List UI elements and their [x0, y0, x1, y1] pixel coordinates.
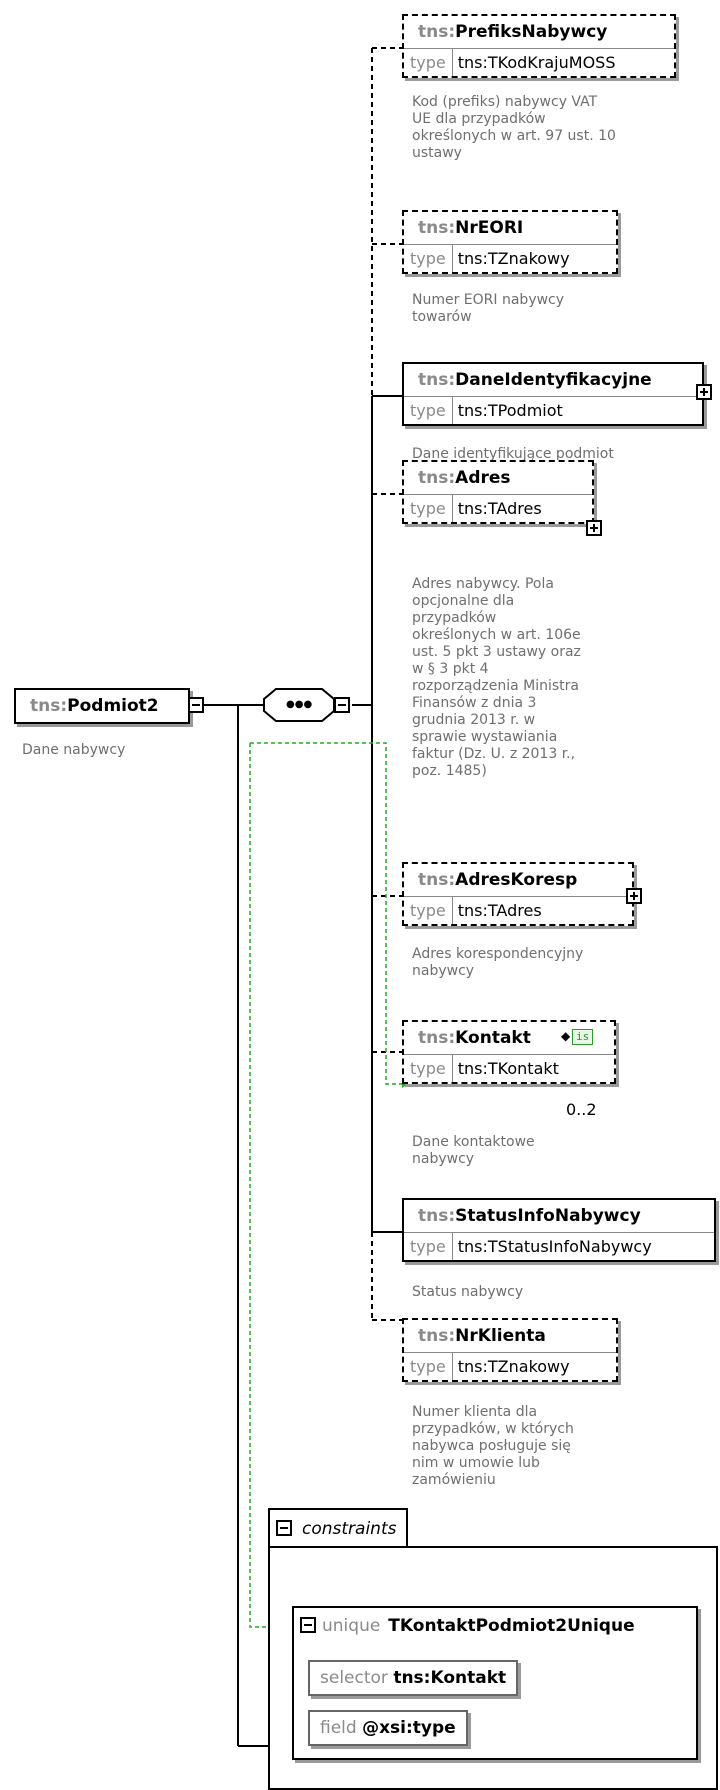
type-label: type: [404, 245, 453, 272]
doc-adres-koresp: Adres korespondencyjny nabywcy: [412, 946, 584, 979]
element-prefix: tns:: [418, 218, 456, 238]
field-box[interactable]: field @xsi:type: [308, 1710, 468, 1746]
element-name: Kontakt: [455, 1028, 531, 1048]
type-value: tns:TAdres: [457, 901, 542, 920]
doc-kontakt: Dane kontaktowe nabywcy: [412, 1134, 535, 1167]
doc-prefiks-nabywcy: Kod (prefiks) nabywcy VAT UE dla przypadk…: [412, 94, 616, 161]
root-name: Podmiot2: [67, 696, 159, 716]
root-element[interactable]: tns:Podmiot2: [14, 688, 190, 724]
arrow-icon: ◆: [561, 1029, 571, 1043]
field-value: @xsi:type: [362, 1718, 456, 1738]
element-adres-koresp[interactable]: tns:AdresKoresp type tns:TAdres: [402, 862, 634, 926]
unique-header: unique TKontaktPodmiot2Unique: [322, 1608, 635, 1644]
element-prefix: tns:: [418, 22, 456, 42]
cardinality-label: 0..2: [566, 1100, 597, 1119]
doc-adres: Adres nabywcy. Pola opcjonalne dla przypad…: [412, 576, 581, 779]
type-label: type: [404, 49, 453, 76]
type-label: type: [404, 495, 453, 522]
type-value: tns:TZnakowy: [457, 1357, 570, 1376]
element-status-info-nabywcy[interactable]: tns:StatusInfoNabywcy type tns:TStatusInf…: [402, 1198, 716, 1262]
root-doc: Dane nabywcy: [22, 742, 126, 758]
element-name: AdresKoresp: [455, 870, 578, 890]
expand-icon[interactable]: [586, 520, 602, 536]
type-value: tns:TPodmiot: [457, 401, 563, 420]
doc-status-info-nabywcy: Status nabywcy: [412, 1284, 524, 1300]
sequence-collapse-icon[interactable]: [334, 697, 350, 713]
selector-keyword: selector: [320, 1668, 388, 1688]
sequence-dots-icon: ●●●: [286, 699, 313, 710]
element-nr-klienta[interactable]: tns:NrKlienta type tns:TZnakowy: [402, 1318, 618, 1382]
selector-box[interactable]: selector tns:Kontakt: [308, 1660, 519, 1696]
type-value: tns:TKodKrajuMOSS: [457, 53, 616, 72]
type-label: type: [404, 1353, 453, 1380]
element-name: StatusInfoNabywcy: [455, 1206, 641, 1226]
element-name: NrEORI: [455, 218, 524, 238]
element-prefiks-nabywcy[interactable]: tns:PrefiksNabywcy type tns:TKodKrajuMOSS: [402, 14, 676, 78]
selector-value: tns:Kontakt: [393, 1668, 507, 1688]
unique-collapse-icon[interactable]: [300, 1617, 316, 1633]
element-name: PrefiksNabywcy: [455, 22, 608, 42]
type-label: type: [404, 897, 453, 924]
constraints-label: constraints: [302, 1519, 397, 1539]
element-prefix: tns:: [418, 468, 456, 488]
type-value: tns:TZnakowy: [457, 249, 570, 268]
element-prefix: tns:: [418, 1326, 456, 1346]
identity-constraint-badge: is: [572, 1029, 594, 1045]
element-prefix: tns:: [418, 370, 456, 390]
unique-name: TKontaktPodmiot2Unique: [388, 1616, 635, 1636]
doc-nr-klienta: Numer klienta dla przypadków, w których na…: [412, 1404, 574, 1488]
element-name: Adres: [455, 468, 511, 488]
element-prefix: tns:: [418, 870, 456, 890]
root-prefix: tns:: [30, 696, 68, 716]
element-adres[interactable]: tns:Adres type tns:TAdres: [402, 460, 594, 524]
type-label: type: [404, 1055, 453, 1082]
root-collapse-icon[interactable]: [188, 697, 204, 713]
type-value: tns:TAdres: [457, 499, 542, 518]
type-value: tns:TStatusInfoNabywcy: [457, 1237, 652, 1256]
element-nr-eori[interactable]: tns:NrEORI type tns:TZnakowy: [402, 210, 618, 274]
element-dane-identyfikacyjne[interactable]: tns:DaneIdentyfikacyjne type tns:TPodmiot: [402, 362, 704, 426]
doc-nr-eori: Numer EORI nabywcy towarów: [412, 292, 565, 325]
element-prefix: tns:: [418, 1028, 456, 1048]
type-label: type: [404, 397, 453, 424]
element-prefix: tns:: [418, 1206, 456, 1226]
unique-keyword: unique: [322, 1616, 381, 1636]
element-name: NrKlienta: [455, 1326, 546, 1346]
field-keyword: field: [320, 1718, 357, 1738]
element-name: DaneIdentyfikacyjne: [455, 370, 652, 390]
type-value: tns:TKontakt: [457, 1059, 559, 1078]
expand-icon[interactable]: [696, 384, 712, 400]
constraints-collapse-icon[interactable]: [276, 1520, 292, 1536]
type-label: type: [404, 1233, 453, 1260]
expand-icon[interactable]: [626, 888, 642, 904]
